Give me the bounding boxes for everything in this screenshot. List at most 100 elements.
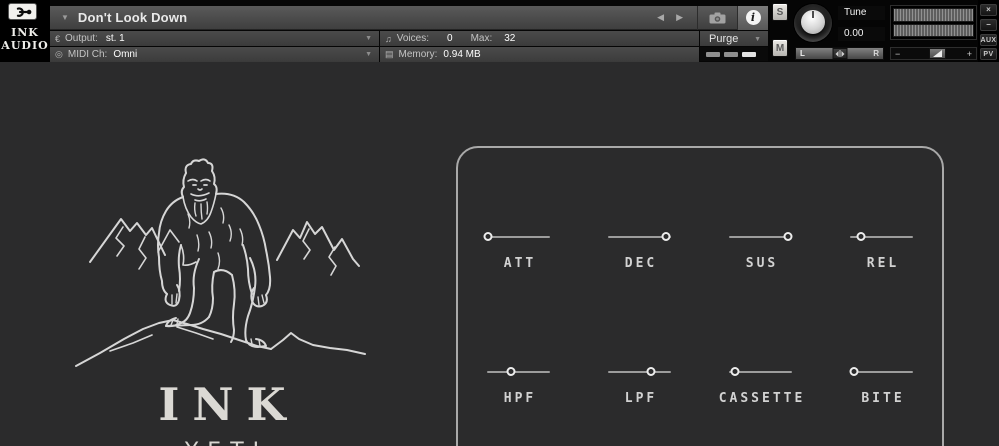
slider-label: SUS bbox=[743, 256, 778, 271]
volume-minus-label: − bbox=[895, 49, 900, 59]
slider-row-2: HPF LPFCASSETTE BITE bbox=[458, 367, 942, 406]
slider-bite: BITE bbox=[821, 367, 942, 406]
slider-track[interactable] bbox=[729, 367, 792, 377]
tune-knob-cap bbox=[801, 10, 825, 34]
pan-center-icon bbox=[841, 51, 844, 57]
output-value[interactable]: st. 1 bbox=[106, 33, 125, 44]
performance-view-button[interactable]: pv bbox=[980, 48, 997, 60]
kontakt-instrument-window: INK AUDIO ▼ Don't Look Down ◀ ▶ i bbox=[0, 0, 999, 446]
slider-line bbox=[487, 236, 550, 238]
brand-line2: AUDIO bbox=[0, 39, 50, 52]
max-voices-value[interactable]: 32 bbox=[504, 33, 515, 44]
tune-value-field[interactable]: 0.00 bbox=[838, 27, 885, 41]
purge-led bbox=[706, 52, 720, 57]
slider-line bbox=[729, 236, 792, 238]
volume-slider[interactable]: − + bbox=[890, 47, 977, 60]
solo-button[interactable]: S bbox=[772, 3, 788, 21]
brand-line1: INK bbox=[0, 26, 50, 39]
output-label: Output: bbox=[65, 33, 98, 44]
slider-track[interactable] bbox=[487, 367, 550, 377]
slider-line bbox=[608, 371, 671, 373]
slider-handle[interactable] bbox=[857, 232, 866, 241]
midi-value[interactable]: Omni bbox=[113, 49, 137, 60]
voices-label: Voices: bbox=[397, 33, 429, 44]
slider-label: HPF bbox=[501, 391, 536, 406]
purge-led bbox=[742, 52, 756, 57]
slider-handle[interactable] bbox=[484, 232, 493, 241]
tune-knob-tick bbox=[812, 11, 814, 18]
prev-instrument-icon[interactable]: ◀ bbox=[651, 12, 670, 23]
slider-handle[interactable] bbox=[661, 232, 670, 241]
pan-right-label: R bbox=[873, 49, 879, 58]
purge-label: Purge bbox=[709, 33, 738, 45]
mixer-strip: S M Tune 0.00 L R bbox=[768, 0, 978, 62]
aux-button[interactable]: aux bbox=[980, 34, 997, 46]
voices-row: ♫ Voices: 0 Max: 32 bbox=[380, 31, 699, 46]
close-button[interactable]: × bbox=[980, 4, 997, 16]
voices-notes-icon: ♫ bbox=[385, 34, 392, 44]
controls-panel: ATTDEC SUS REL HPF LPFCASSETTE BITE bbox=[456, 146, 944, 446]
purge-menu[interactable]: Purge ▼ bbox=[700, 31, 768, 46]
slider-handle[interactable] bbox=[647, 367, 656, 376]
brand-logo: INK AUDIO bbox=[0, 26, 50, 52]
memory-row: ▤ Memory: 0.94 MB bbox=[380, 47, 699, 62]
midi-din-icon: ◎ bbox=[55, 49, 63, 60]
output-row[interactable]: € Output: st. 1 ▼ bbox=[50, 31, 379, 46]
slider-track[interactable] bbox=[608, 232, 671, 242]
slider-label: BITE bbox=[858, 391, 904, 406]
slider-att: ATT bbox=[458, 232, 579, 271]
next-instrument-icon[interactable]: ▶ bbox=[670, 12, 689, 23]
instrument-sublogo: YETI bbox=[92, 439, 352, 446]
slider-track[interactable] bbox=[608, 367, 671, 377]
yeti-illustration bbox=[60, 134, 400, 378]
instrument-body: INK YETI ATTDEC SUS REL HPF LPFCASSETTE BITE bbox=[0, 62, 999, 446]
wrench-icon bbox=[12, 6, 34, 18]
slider-hpf: HPF bbox=[458, 367, 579, 406]
snapshot-view-button[interactable] bbox=[697, 6, 737, 30]
fader-wedge-icon bbox=[933, 50, 942, 57]
pan-handle[interactable] bbox=[832, 48, 847, 59]
edit-instrument-button[interactable] bbox=[8, 3, 37, 20]
midi-row[interactable]: ◎ MIDI Ch: Omni ▼ bbox=[50, 47, 379, 62]
midi-dropdown-icon[interactable]: ▼ bbox=[365, 51, 372, 58]
slider-handle[interactable] bbox=[850, 367, 859, 376]
slider-cassette: CASSETTE bbox=[700, 367, 821, 406]
instrument-logo: INK bbox=[92, 378, 352, 431]
slider-label: REL bbox=[864, 256, 899, 271]
slider-line bbox=[487, 371, 550, 373]
instrument-header: INK AUDIO ▼ Don't Look Down ◀ ▶ i bbox=[0, 0, 999, 62]
slider-handle[interactable] bbox=[730, 367, 739, 376]
slider-dec: DEC bbox=[579, 232, 700, 271]
slider-lpf: LPF bbox=[579, 367, 700, 406]
pan-center-icon bbox=[835, 51, 838, 57]
brand-block: INK AUDIO bbox=[0, 0, 50, 62]
info-view-button[interactable]: i bbox=[737, 6, 768, 30]
minimize-button[interactable]: − bbox=[980, 19, 997, 31]
midi-label: MIDI Ch: bbox=[68, 49, 107, 60]
instrument-title: Don't Look Down bbox=[78, 10, 187, 25]
memory-chip-icon: ▤ bbox=[385, 49, 394, 60]
slider-handle[interactable] bbox=[506, 367, 515, 376]
output-dropdown-icon[interactable]: ▼ bbox=[365, 35, 372, 42]
slider-track[interactable] bbox=[729, 232, 792, 242]
pan-left-label: L bbox=[800, 49, 805, 58]
purge-led-strip bbox=[700, 47, 768, 61]
slider-rel: REL bbox=[821, 232, 942, 271]
voices-value: 0 bbox=[447, 33, 453, 44]
level-meters bbox=[890, 5, 977, 40]
pan-slider[interactable]: L R bbox=[795, 47, 884, 60]
memory-label: Memory: bbox=[399, 49, 438, 60]
camera-icon bbox=[709, 12, 726, 24]
info-icon: i bbox=[746, 10, 761, 25]
mute-button[interactable]: M bbox=[772, 39, 788, 57]
slider-track[interactable] bbox=[850, 367, 913, 377]
instrument-titlebar: ▼ Don't Look Down ◀ ▶ i bbox=[50, 6, 768, 30]
output-jack-icon: € bbox=[55, 34, 60, 44]
volume-handle[interactable] bbox=[929, 48, 946, 59]
slider-handle[interactable] bbox=[784, 232, 793, 241]
collapse-arrow-icon[interactable]: ▼ bbox=[61, 13, 69, 22]
tune-knob[interactable] bbox=[794, 4, 832, 42]
slider-track[interactable] bbox=[850, 232, 913, 242]
tune-label-field: Tune bbox=[838, 6, 885, 20]
slider-track[interactable] bbox=[487, 232, 550, 242]
